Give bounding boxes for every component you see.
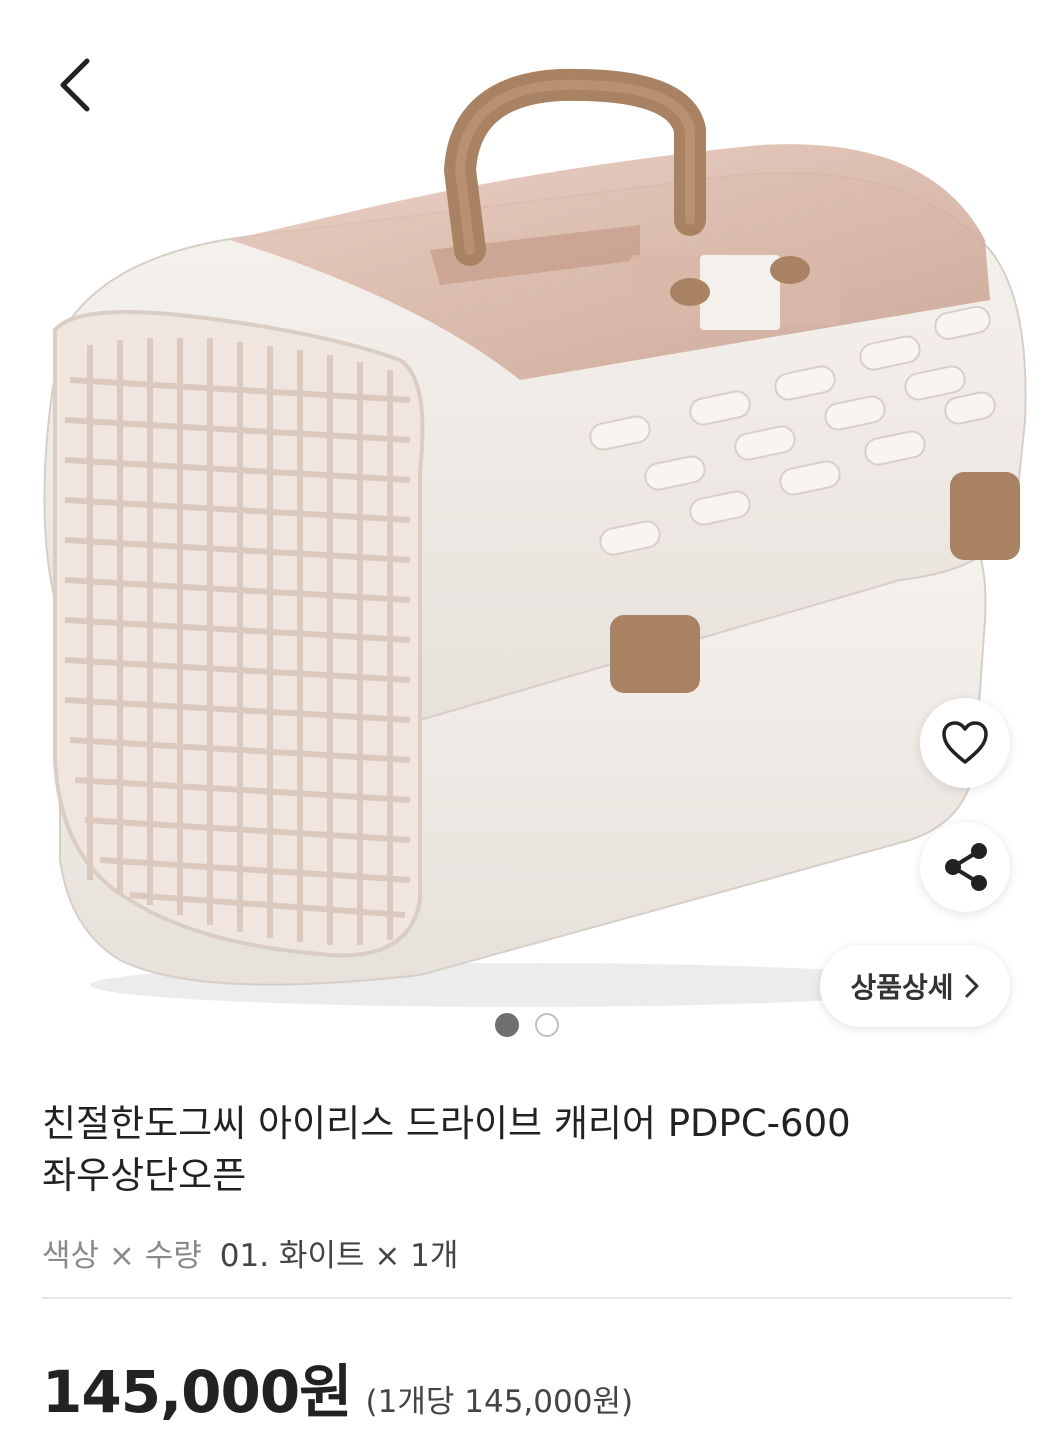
back-button[interactable]: [40, 50, 110, 120]
product-detail-label: 상품상세: [850, 971, 954, 1004]
unit-price: (1개당 145,000원): [365, 1384, 634, 1420]
selected-option: 색상 × 수량 01. 화이트 × 1개: [42, 1230, 1012, 1275]
total-price: 145,000원: [42, 1358, 353, 1426]
option-values: 01. 화이트 × 1개: [219, 1238, 459, 1274]
product-title: 친절한도그씨 아이리스 드라이브 캐리어 PDPC-600 좌우상단오픈: [42, 1098, 1012, 1202]
carousel-dot[interactable]: [494, 1013, 519, 1037]
heart-outline-icon: [942, 721, 988, 764]
chevron-right-icon: [965, 974, 979, 998]
price-row: 145,000원 (1개당 145,000원): [42, 1345, 633, 1429]
product-info: 친절한도그씨 아이리스 드라이브 캐리어 PDPC-600 좌우상단오픈 색상 …: [42, 1098, 1012, 1275]
share-icon: [945, 843, 987, 891]
pet-carrier-image: [43, 68, 1027, 1007]
wishlist-button[interactable]: [920, 698, 1010, 788]
product-title-line: 친절한도그씨 아이리스 드라이브 캐리어 PDPC-600: [42, 1102, 851, 1145]
carousel-dot[interactable]: [534, 1013, 559, 1037]
option-keys: 색상 × 수량: [42, 1238, 202, 1274]
chevron-left-icon: [60, 58, 90, 112]
share-button[interactable]: [920, 822, 1010, 912]
carousel-indicator: [0, 1013, 1053, 1037]
divider: [42, 1297, 1012, 1299]
product-image-carousel[interactable]: 상품상세: [0, 0, 1053, 1060]
product-title-line: 좌우상단오픈: [42, 1154, 247, 1197]
